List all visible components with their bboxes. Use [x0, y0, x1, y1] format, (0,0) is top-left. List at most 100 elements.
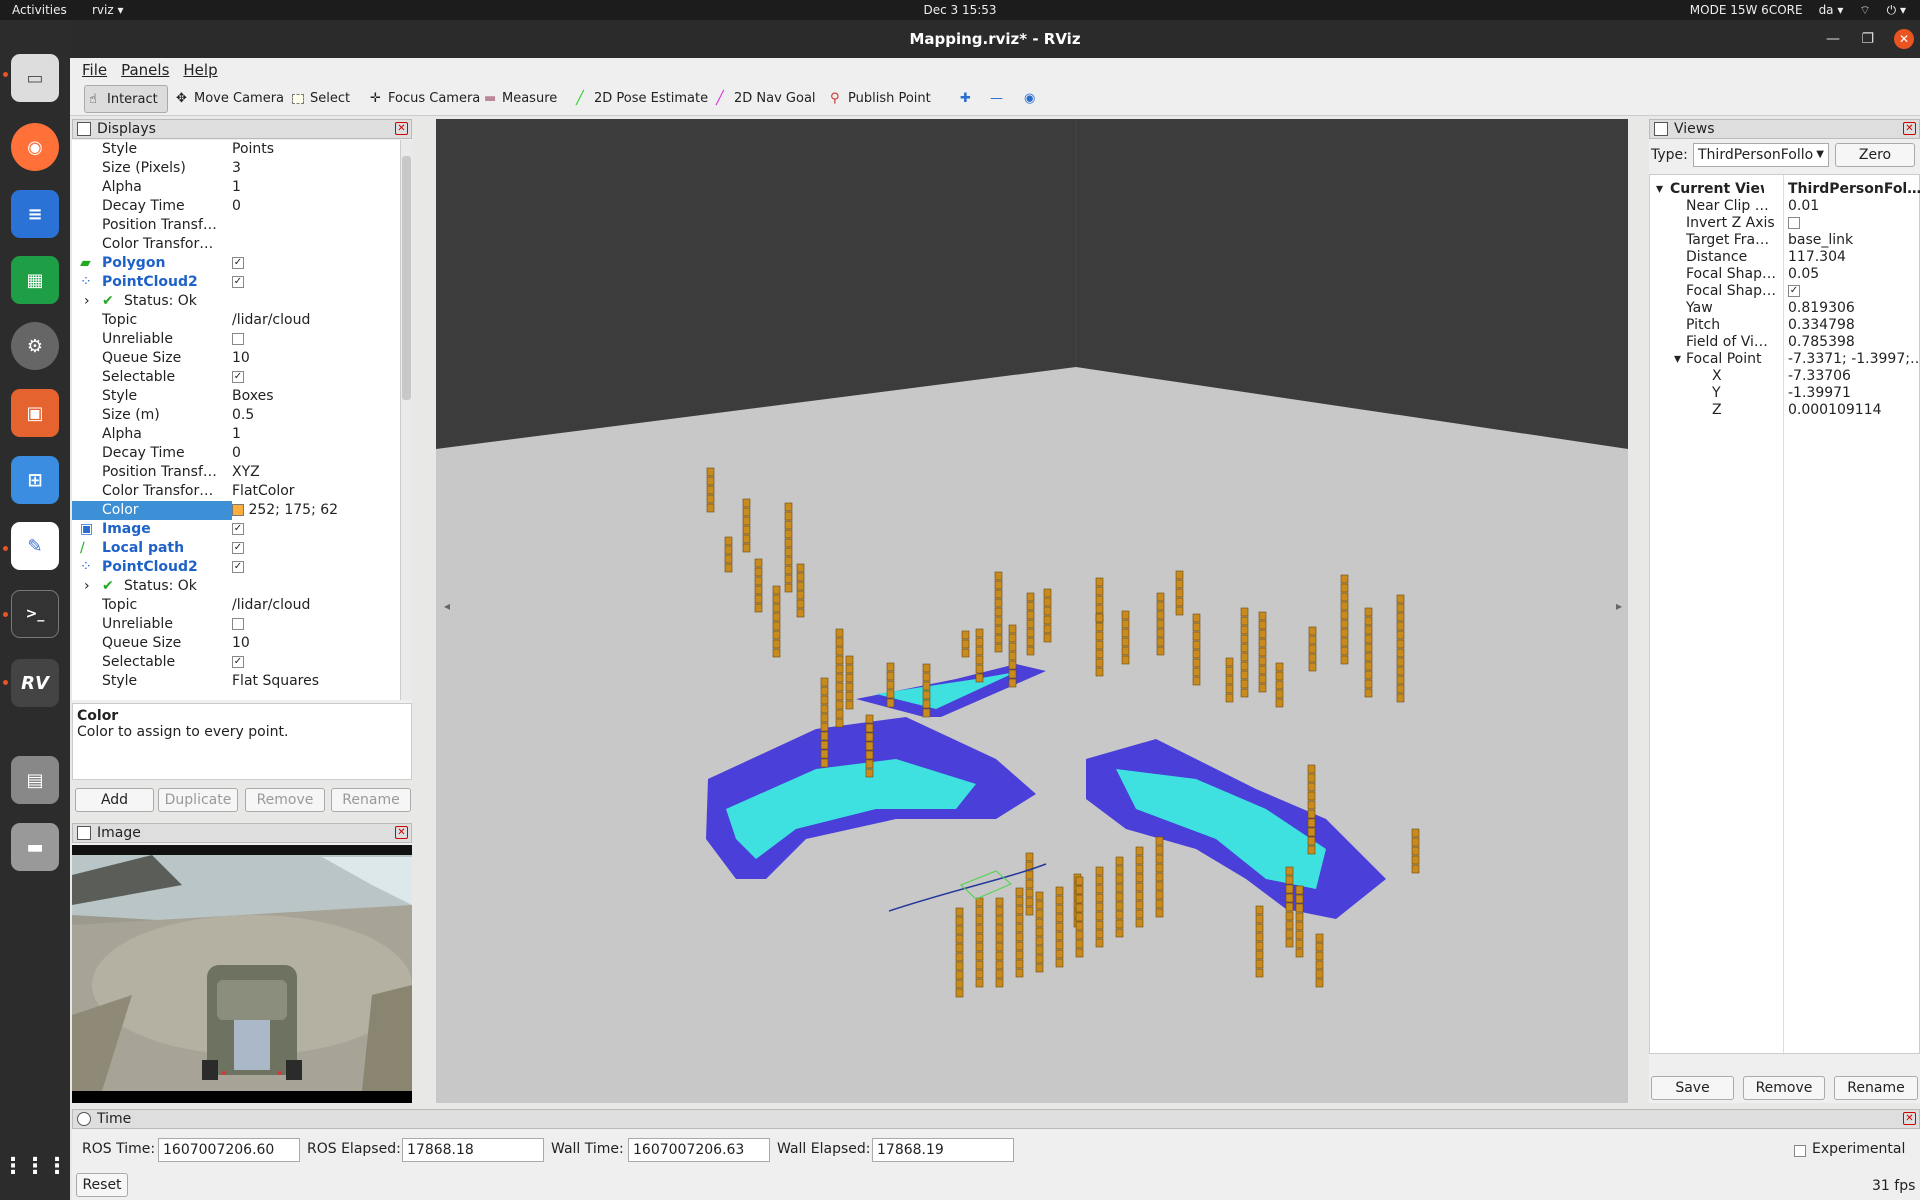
wifi-icon[interactable]: ⌔: [1859, 0, 1870, 20]
sd-card-icon[interactable]: ▤: [11, 756, 59, 804]
display-enabled-checkbox[interactable]: ✓: [232, 273, 402, 292]
tree-row[interactable]: Decay Time 0: [72, 444, 402, 463]
tree-row[interactable]: Alpha 1: [72, 178, 402, 197]
menu-file[interactable]: File: [82, 58, 107, 82]
view-prop-row[interactable]: Yaw 0.819306: [1650, 300, 1920, 317]
remove-view-button[interactable]: Remove: [1743, 1076, 1825, 1100]
tree-row[interactable]: Position Transf…: [72, 216, 402, 235]
minimize-icon[interactable]: —: [1826, 20, 1840, 58]
display-enabled-checkbox[interactable]: ✓: [232, 520, 402, 539]
focal-shape-checkbox[interactable]: ✓: [1788, 283, 1920, 300]
view-prop-row[interactable]: Target Fra… base_link: [1650, 232, 1920, 249]
apps-grid-icon[interactable]: ⋮⋮⋮: [2, 1142, 68, 1190]
wall-elapsed-field[interactable]: 17868.19: [872, 1138, 1014, 1162]
tree-row[interactable]: Alpha 1: [72, 425, 402, 444]
software-center-icon[interactable]: ⊞: [11, 456, 59, 504]
display-enabled-checkbox[interactable]: ✓: [232, 539, 402, 558]
tree-row[interactable]: Unreliable: [72, 615, 402, 634]
tree-row[interactable]: Queue Size 10: [72, 349, 402, 368]
tree-row[interactable]: Unreliable: [72, 330, 402, 349]
experimental-checkbox[interactable]: [1794, 1143, 1806, 1159]
view-prop-row[interactable]: Distance 117.304: [1650, 249, 1920, 266]
save-view-button[interactable]: Save: [1651, 1076, 1734, 1100]
tree-row[interactable]: Color Transfor…: [72, 235, 402, 254]
menu-help[interactable]: Help: [183, 58, 217, 82]
text-editor-icon[interactable]: ✎: [11, 522, 59, 570]
tree-row[interactable]: Topic/lidar/cloud: [72, 596, 402, 615]
clock[interactable]: Dec 3 15:53: [0, 0, 1920, 20]
color-row-selected[interactable]: Color 252; 175; 62: [72, 501, 402, 520]
remove-tool-icon[interactable]: —: [976, 85, 1011, 113]
close-window-icon[interactable]: ✕: [1894, 29, 1914, 49]
tree-row[interactable]: Color Transfor… FlatColor: [72, 482, 402, 501]
pose-estimate-tool[interactable]: ╱ 2D Pose Estimate: [572, 85, 716, 113]
tree-row[interactable]: Selectable ✓: [72, 653, 402, 672]
writer-icon[interactable]: ≡: [11, 190, 59, 238]
unreliable-checkbox[interactable]: [232, 330, 402, 349]
close-panel-icon[interactable]: ✕: [1903, 1112, 1916, 1125]
expand-arrow-icon[interactable]: ›: [84, 577, 90, 596]
ros-time-field[interactable]: 1607007206.60: [158, 1138, 300, 1162]
view-prop-row[interactable]: Invert Z Axis: [1650, 215, 1920, 232]
view-prop-row[interactable]: X -7.33706: [1650, 368, 1920, 385]
collapse-right-arrow-icon[interactable]: ▸: [1616, 599, 1622, 613]
3d-scene[interactable]: [436, 119, 1628, 1103]
tree-row[interactable]: Selectable ✓: [72, 368, 402, 387]
view-prop-row[interactable]: Y -1.39971: [1650, 385, 1920, 402]
tree-row[interactable]: Size (m) 0.5: [72, 406, 402, 425]
power-mode[interactable]: MODE 15W 6CORE: [1690, 0, 1803, 20]
display-enabled-checkbox[interactable]: ✓: [232, 558, 402, 577]
interact-tool[interactable]: ☝ Interact: [84, 85, 168, 113]
impress-icon[interactable]: ▣: [11, 389, 59, 437]
view-prop-row[interactable]: Pitch 0.334798: [1650, 317, 1920, 334]
focus-camera-tool[interactable]: ✛ Focus Camera: [366, 85, 488, 113]
collapse-left-arrow-icon[interactable]: ◂: [444, 599, 450, 613]
display-pointcloud2[interactable]: ⁘ PointCloud2 ✓: [72, 273, 402, 292]
tree-row[interactable]: Topic/lidar/cloud: [72, 311, 402, 330]
rename-view-button[interactable]: Rename: [1834, 1076, 1918, 1100]
tree-row[interactable]: Style Points: [72, 140, 402, 159]
color-swatch[interactable]: [232, 504, 244, 516]
displays-scrollbar[interactable]: [400, 140, 412, 700]
invert-z-checkbox[interactable]: [1788, 215, 1920, 232]
remove-display-button[interactable]: Remove: [245, 788, 325, 812]
system-menu[interactable]: ⏻ ▾: [1887, 0, 1906, 20]
selectable-checkbox[interactable]: ✓: [232, 653, 402, 672]
calc-icon[interactable]: ▦: [11, 256, 59, 304]
view-prop-row[interactable]: Z 0.000109114: [1650, 402, 1920, 419]
rename-display-button[interactable]: Rename: [331, 788, 411, 812]
selectable-checkbox[interactable]: ✓: [232, 368, 402, 387]
terminal-icon[interactable]: >_: [11, 590, 59, 638]
tree-row[interactable]: Decay Time 0: [72, 197, 402, 216]
view-prop-row[interactable]: Near Clip … 0.01: [1650, 198, 1920, 215]
display-image[interactable]: ▣ Image ✓: [72, 520, 402, 539]
language-indicator[interactable]: da ▾: [1819, 0, 1844, 20]
measure-tool[interactable]: ▬ Measure: [480, 85, 565, 113]
view-prop-row[interactable]: Focal Shap… ✓: [1650, 283, 1920, 300]
unreliable-checkbox[interactable]: [232, 615, 402, 634]
move-camera-tool[interactable]: ✥ Move Camera: [172, 85, 292, 113]
tree-row[interactable]: Style Boxes: [72, 387, 402, 406]
rviz-icon[interactable]: RV: [11, 659, 59, 707]
add-tool-icon[interactable]: ✚: [946, 85, 979, 113]
tree-row[interactable]: Style Flat Squares: [72, 672, 402, 691]
eye-icon[interactable]: ◉: [1010, 85, 1043, 113]
3d-viewport[interactable]: ◂ ▸: [436, 119, 1628, 1103]
focal-point-row[interactable]: ▾ Focal Point -7.3371; -1.3997;…: [1650, 351, 1920, 368]
tree-row[interactable]: Size (Pixels) 3: [72, 159, 402, 178]
expand-arrow-icon[interactable]: ›: [84, 292, 90, 311]
nav-goal-tool[interactable]: ╱ 2D Nav Goal: [712, 85, 824, 113]
files-icon[interactable]: ▭: [11, 54, 59, 102]
view-prop-row[interactable]: Focal Shap… 0.05: [1650, 266, 1920, 283]
view-type-select[interactable]: ThirdPersonFollo ▼: [1693, 143, 1829, 167]
tree-row[interactable]: Position Transf… XYZ: [72, 463, 402, 482]
wall-time-field[interactable]: 1607007206.63: [628, 1138, 770, 1162]
zero-button[interactable]: Zero: [1835, 143, 1915, 167]
firefox-icon[interactable]: ◉: [11, 123, 59, 171]
select-tool[interactable]: Select: [288, 85, 358, 113]
close-panel-icon[interactable]: ✕: [395, 122, 408, 135]
display-polygon[interactable]: ▰ Polygon ✓: [72, 254, 402, 273]
publish-point-tool[interactable]: ⚲ Publish Point: [826, 85, 939, 113]
duplicate-display-button[interactable]: Duplicate: [158, 788, 238, 812]
ros-elapsed-field[interactable]: 17868.18: [402, 1138, 544, 1162]
